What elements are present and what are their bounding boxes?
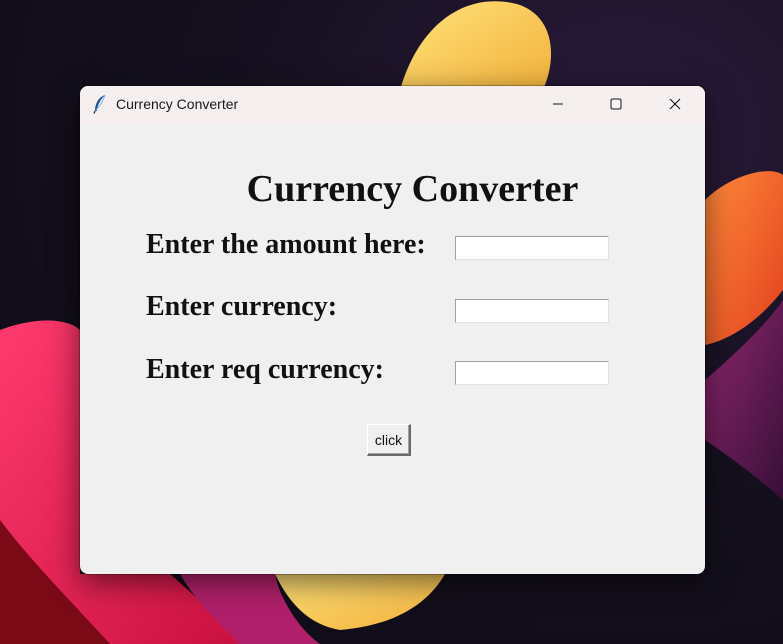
currency-input[interactable] <box>455 299 609 323</box>
page-title: Currency Converter <box>246 168 579 210</box>
close-button[interactable] <box>646 86 704 123</box>
amount-input[interactable] <box>455 236 609 260</box>
title-bar[interactable]: Currency Converter <box>80 86 705 123</box>
currency-label: Enter currency: <box>146 291 338 322</box>
feather-icon <box>92 94 108 114</box>
maximize-button[interactable] <box>587 86 645 123</box>
window-title: Currency Converter <box>116 96 239 112</box>
amount-label: Enter the amount here: <box>146 229 426 260</box>
maximize-icon <box>610 95 622 114</box>
req-currency-input[interactable] <box>455 361 609 385</box>
minimize-icon <box>552 95 564 114</box>
click-button[interactable]: click <box>367 424 411 456</box>
req-currency-label: Enter req currency: <box>146 354 384 385</box>
close-icon <box>669 95 681 114</box>
app-window: Currency Converter Currency Converter En… <box>80 86 705 574</box>
minimize-button[interactable] <box>529 86 587 123</box>
